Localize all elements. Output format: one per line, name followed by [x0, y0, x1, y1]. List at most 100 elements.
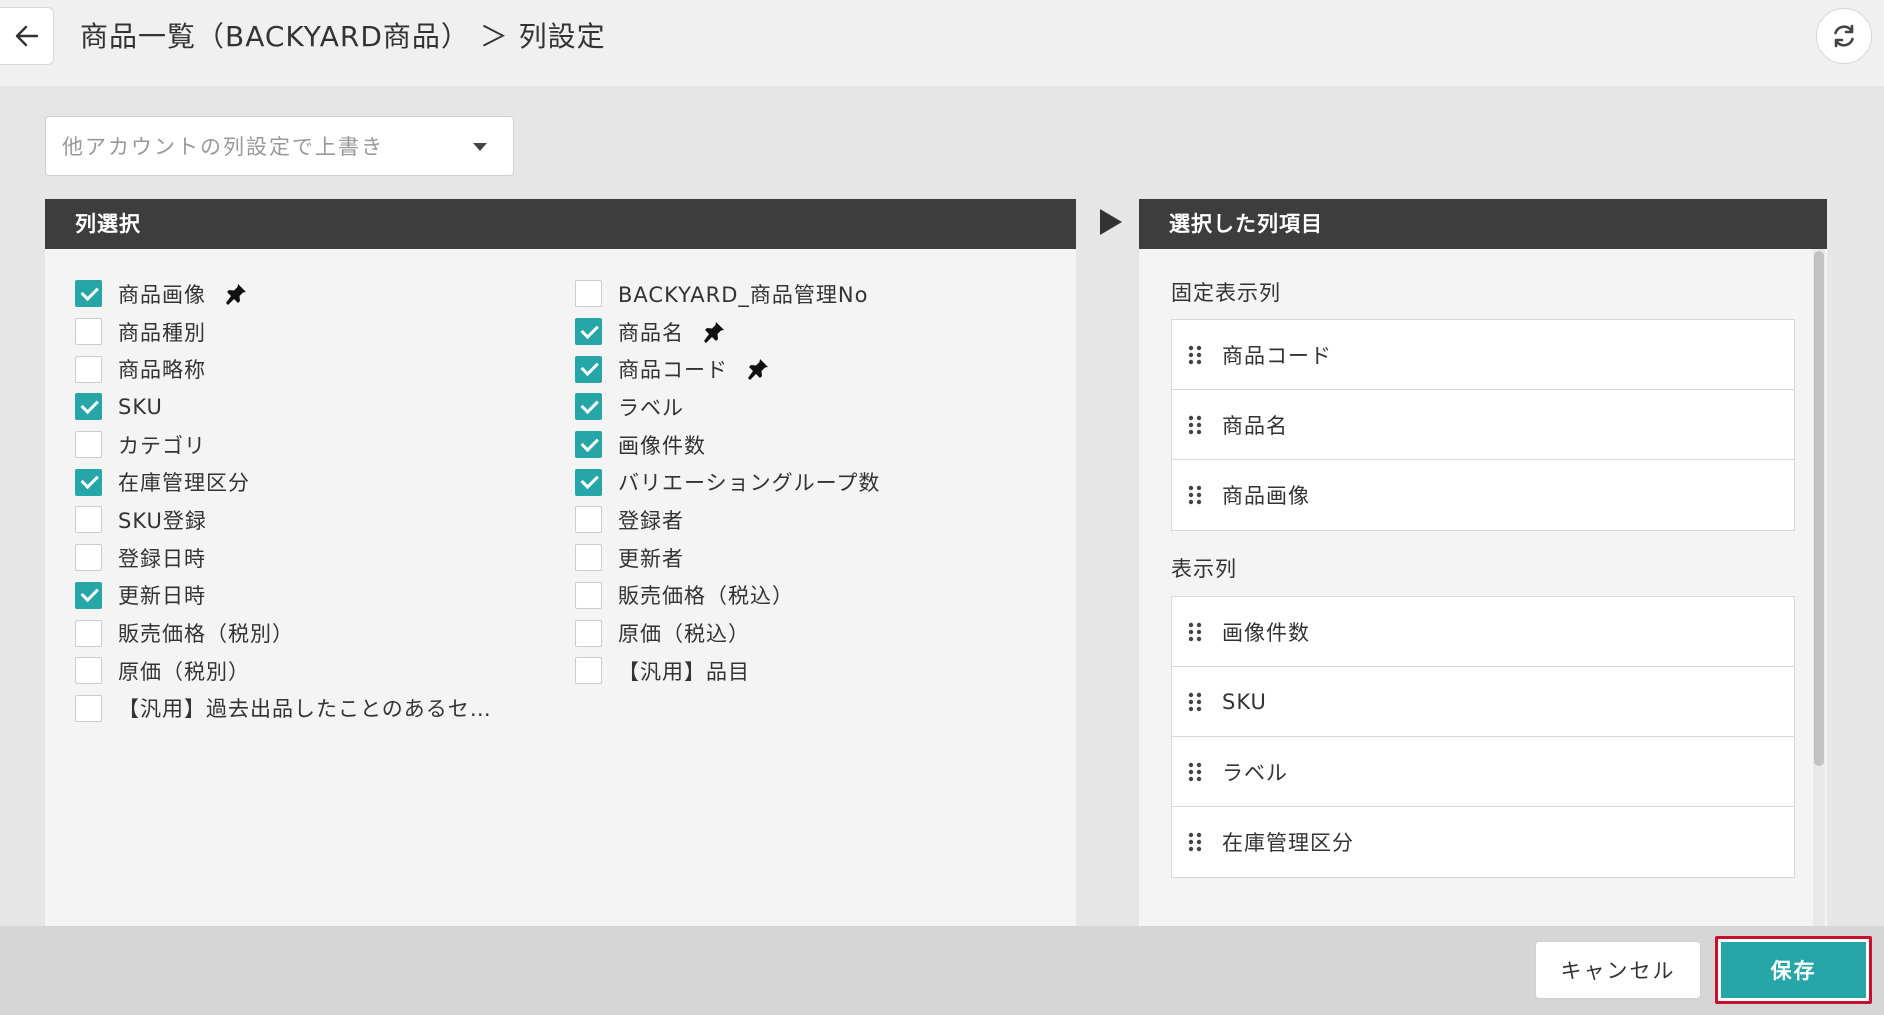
cancel-button[interactable]: キャンセル	[1535, 941, 1701, 999]
selected-column-item[interactable]: 画像件数	[1172, 597, 1794, 667]
drag-handle-icon[interactable]	[1188, 622, 1202, 642]
checkbox-unchecked[interactable]	[75, 431, 102, 459]
checkbox-unchecked[interactable]	[575, 506, 602, 534]
selected-column-label: SKU	[1222, 689, 1267, 714]
back-button[interactable]	[0, 7, 54, 65]
checkbox-checked[interactable]	[75, 280, 102, 308]
checkbox-unchecked[interactable]	[75, 355, 102, 383]
column-option[interactable]: 商品種別	[75, 313, 535, 351]
column-option[interactable]: 商品コード	[575, 350, 1055, 388]
selected-columns-header: 選択した列項目	[1139, 199, 1827, 249]
checkbox-checked[interactable]	[75, 581, 102, 609]
selected-columns-panel: 選択した列項目 固定表示列 商品コード商品名商品画像 表示列 画像件数 SKU ラベ…	[1139, 199, 1827, 979]
checkbox-checked[interactable]	[575, 393, 602, 421]
column-option[interactable]: 【汎用】品目	[575, 652, 1055, 690]
column-option[interactable]: 在庫管理区分	[75, 463, 535, 501]
drag-handle-icon[interactable]	[1188, 692, 1202, 712]
scrollbar[interactable]	[1813, 249, 1825, 979]
checkbox-unchecked[interactable]	[75, 318, 102, 346]
refresh-button[interactable]	[1816, 8, 1872, 64]
page-title: 商品一覧（BACKYARD商品） ＞ 列設定	[80, 20, 606, 53]
checkbox-unchecked[interactable]	[575, 619, 602, 647]
checkbox-checked[interactable]	[75, 393, 102, 421]
checkbox-unchecked[interactable]	[75, 657, 102, 685]
column-option[interactable]: 【汎用】過去出品したことのあるセ…	[75, 690, 535, 728]
checkbox-unchecked[interactable]	[575, 280, 602, 308]
checkbox-checked[interactable]	[75, 468, 102, 496]
checkbox-checked[interactable]	[575, 355, 602, 383]
column-option-label: ラベル	[618, 395, 684, 420]
checkbox-unchecked[interactable]	[75, 619, 102, 647]
column-option[interactable]: 更新者	[575, 539, 1055, 577]
checkbox-unchecked[interactable]	[575, 657, 602, 685]
main-content: 他アカウントの列設定で上書き 列選択 商品画像 商品種別 商品略称 SKU カテゴリ 在庫…	[0, 86, 1884, 979]
refresh-icon	[1834, 24, 1854, 48]
display-columns-label: 表示列	[1171, 557, 1237, 581]
column-option[interactable]: SKU登録	[75, 501, 535, 539]
column-option-label: 更新日時	[118, 584, 206, 609]
selected-column-label: 画像件数	[1222, 620, 1310, 645]
drag-handle-icon[interactable]	[1188, 762, 1202, 782]
column-option-label: 原価（税込）	[618, 622, 750, 647]
column-select-panel: 列選択 商品画像 商品種別 商品略称 SKU カテゴリ 在庫管理区分 SKU登録 登録日時 更新…	[45, 199, 1076, 979]
checkbox-unchecked[interactable]	[75, 694, 102, 722]
fixed-columns-list: 商品コード商品名商品画像	[1171, 319, 1795, 531]
checkbox-unchecked[interactable]	[75, 544, 102, 572]
column-option[interactable]: 登録者	[575, 501, 1055, 539]
column-option[interactable]: 画像件数	[575, 426, 1055, 464]
override-select-placeholder: 他アカウントの列設定で上書き	[62, 135, 384, 159]
column-option-label: BACKYARD_商品管理No	[618, 282, 869, 307]
column-option-label: 商品種別	[118, 320, 206, 345]
column-option[interactable]: 商品略称	[75, 350, 535, 388]
checkbox-checked[interactable]	[575, 318, 602, 346]
checkbox-checked[interactable]	[575, 431, 602, 459]
fixed-columns-label: 固定表示列	[1171, 281, 1281, 305]
drag-handle-icon[interactable]	[1188, 832, 1202, 852]
selected-column-item[interactable]: 在庫管理区分	[1172, 807, 1794, 877]
column-option-label: 商品コード	[618, 358, 728, 383]
column-option-label: 登録日時	[118, 546, 206, 571]
column-option[interactable]: 商品画像	[75, 275, 535, 313]
column-option-label: 商品略称	[118, 358, 206, 383]
column-option[interactable]: 登録日時	[75, 539, 535, 577]
column-option[interactable]: 原価（税込）	[575, 614, 1055, 652]
column-option[interactable]: カテゴリ	[75, 426, 535, 464]
column-option[interactable]: 商品名	[575, 313, 1055, 351]
arrow-left-icon	[15, 25, 38, 47]
column-option[interactable]: 販売価格（税込）	[575, 577, 1055, 615]
checkbox-unchecked[interactable]	[575, 581, 602, 609]
selected-column-label: ラベル	[1222, 760, 1288, 785]
column-option[interactable]: BACKYARD_商品管理No	[575, 275, 1055, 313]
scrollbar-thumb[interactable]	[1814, 251, 1824, 766]
column-option[interactable]: 販売価格（税別）	[75, 614, 535, 652]
top-bar: 商品一覧（BACKYARD商品） ＞ 列設定	[0, 0, 1884, 86]
save-button[interactable]: 保存	[1715, 936, 1872, 1004]
column-option[interactable]: SKU	[75, 388, 535, 426]
drag-handle-icon[interactable]	[1188, 485, 1202, 505]
drag-handle-icon[interactable]	[1188, 345, 1202, 365]
column-select-header: 列選択	[45, 199, 1076, 249]
selected-column-label: 商品名	[1222, 413, 1288, 438]
pin-icon	[746, 357, 770, 381]
column-option-label: 販売価格（税込）	[618, 584, 794, 609]
selected-column-item[interactable]: ラベル	[1172, 737, 1794, 807]
column-option[interactable]: バリエーショングループ数	[575, 463, 1055, 501]
column-option-label: 【汎用】品目	[618, 659, 750, 684]
checkbox-unchecked[interactable]	[75, 506, 102, 534]
selected-column-item[interactable]: SKU	[1172, 667, 1794, 737]
column-option-label: SKU	[118, 394, 163, 419]
column-option[interactable]: 原価（税別）	[75, 652, 535, 690]
column-option-label: 在庫管理区分	[118, 471, 250, 496]
column-option[interactable]: 更新日時	[75, 577, 535, 615]
checkbox-unchecked[interactable]	[575, 544, 602, 572]
selected-column-item[interactable]: 商品画像	[1172, 460, 1794, 530]
column-option-label: 登録者	[618, 508, 684, 533]
column-option-label: 原価（税別）	[118, 659, 250, 684]
override-account-select[interactable]: 他アカウントの列設定で上書き	[45, 116, 514, 176]
column-option[interactable]: ラベル	[575, 388, 1055, 426]
drag-handle-icon[interactable]	[1188, 415, 1202, 435]
selected-column-item[interactable]: 商品コード	[1172, 320, 1794, 390]
checkbox-checked[interactable]	[575, 468, 602, 496]
selected-column-item[interactable]: 商品名	[1172, 390, 1794, 460]
selected-column-label: 商品画像	[1222, 484, 1310, 508]
